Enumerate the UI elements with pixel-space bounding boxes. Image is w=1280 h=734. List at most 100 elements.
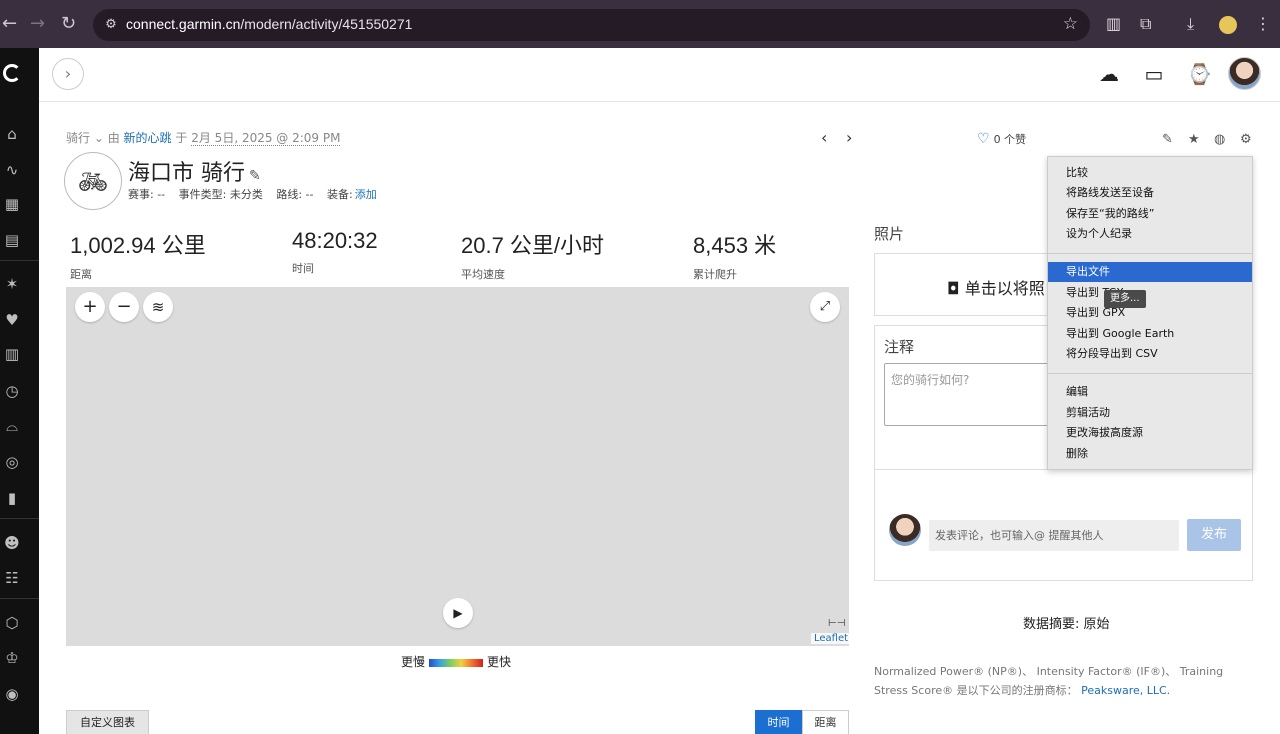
device-icon[interactable]: ◉	[4, 686, 20, 702]
menu-item-export-csv[interactable]: 将分段导出到 CSV	[1048, 344, 1252, 364]
add-gear-link[interactable]: 添加	[355, 188, 377, 201]
route-map[interactable]	[66, 287, 849, 646]
speed-gradient	[429, 658, 484, 667]
fullscreen-icon[interactable]: ⤢	[810, 292, 840, 322]
stopwatch-icon[interactable]: ◷	[4, 383, 20, 399]
zoom-in-button[interactable]: +	[75, 292, 105, 322]
home-icon[interactable]: ⌂	[4, 126, 20, 142]
groups-icon[interactable]: ☷	[4, 570, 20, 586]
edit-pencil-icon[interactable]: ✎	[1162, 132, 1173, 147]
user-link[interactable]: 新的心跳	[124, 131, 172, 145]
browser-toolbar: ← → ↻ ⚙ connect.garmin.cn/modern/activit…	[0, 0, 1280, 48]
time-toggle[interactable]: 时间	[755, 710, 802, 734]
download-icon[interactable]: ⤓	[1187, 14, 1194, 34]
menu-item-edit[interactable]: 编辑	[1048, 382, 1252, 402]
activity-meta: 赛事: -- 事件类型: 未分类 路线: -- 装备: 添加	[128, 188, 377, 201]
trademark-footnote: Normalized Power® (NP®)、 Intensity Facto…	[874, 665, 1224, 697]
reports-icon[interactable]: ▮	[4, 490, 20, 506]
previous-activity-icon[interactable]: ‹	[821, 128, 827, 147]
menu-item-elevation-source[interactable]: 更改海拔高度源	[1048, 423, 1252, 443]
sidebar-divider	[0, 518, 39, 519]
publish-button[interactable]: 发布	[1187, 519, 1241, 551]
left-sidebar: ⌂ ∿ ▦ ▤ ✶ ♥ ▥ ◷ ⌓ ◎ ▮ ☻ ☷ ⬡ ♔ ◉	[0, 48, 39, 734]
bike-icon: 🚲︎	[64, 152, 122, 210]
stat-time: 48:20:32 时间	[292, 228, 378, 275]
activity-type-dropdown[interactable]: 骑行	[66, 131, 90, 145]
route-dropdown[interactable]: 路线: --	[276, 188, 313, 201]
back-icon[interactable]: ←	[2, 14, 17, 34]
layers-icon[interactable]: ≋	[143, 292, 173, 322]
menu-item-export-google-earth[interactable]: 导出到 Google Earth	[1048, 324, 1252, 344]
garmin-logo[interactable]	[3, 64, 21, 82]
activity-breadcrumb: 骑行 ⌄ 由 新的心跳 于 2月 5日, 2025 @ 2:09 PM	[66, 131, 341, 146]
menu-item-set-pr[interactable]: 设为个人纪录	[1048, 224, 1252, 244]
page-header: › ☁ ▭ ⌚	[39, 48, 1280, 102]
privacy-globe-icon[interactable]: ◍	[1214, 132, 1225, 147]
event-dropdown[interactable]: 赛事: --	[128, 188, 165, 201]
measure-icon[interactable]: ⊢⊣	[828, 618, 845, 629]
photos-heading: 照片	[874, 225, 905, 243]
activity-date[interactable]: 2月 5日, 2025 @ 2:09 PM	[191, 131, 341, 146]
speed-legend: 更慢 更快	[401, 655, 512, 669]
comment-input[interactable]: 发表评论，也可输入@ 提醒其他人	[929, 520, 1179, 551]
upload-cloud-icon[interactable]: ☁	[1097, 62, 1121, 86]
stats-icon[interactable]: ▥	[4, 346, 20, 362]
insights-bulb-icon[interactable]: ◎	[4, 454, 20, 470]
fitness-icon[interactable]: ✶	[4, 276, 20, 292]
menu-item-delete[interactable]: 删除	[1048, 444, 1252, 464]
play-icon[interactable]: ▶	[443, 598, 473, 628]
next-activity-icon[interactable]: ›	[846, 128, 852, 147]
zoom-out-button[interactable]: −	[109, 292, 139, 322]
menu-item-send-route[interactable]: 将路线发送至设备	[1048, 183, 1252, 203]
menu-item-export-gpx[interactable]: 导出到 GPX	[1048, 303, 1252, 323]
menu-item-export-file[interactable]: 导出文件	[1048, 262, 1252, 282]
expand-sidebar-button[interactable]: ›	[52, 58, 84, 90]
extension-icon[interactable]: ▥	[1106, 14, 1121, 33]
heart-icon[interactable]: ♥	[4, 312, 20, 328]
menu-item-save-route[interactable]: 保存至“我的路线”	[1048, 204, 1252, 224]
puzzle-icon[interactable]: ⧉	[1140, 14, 1151, 34]
shoe-icon[interactable]: ⌓	[4, 418, 20, 434]
activity-title: 海口市 骑行 ✎	[128, 161, 261, 186]
profile-avatar[interactable]	[1219, 16, 1237, 34]
heart-outline-icon[interactable]: ♡	[977, 131, 990, 147]
inbox-icon[interactable]: ▭	[1142, 62, 1166, 86]
activity-line-icon[interactable]: ∿	[4, 162, 20, 178]
stat-elevation-gain: 8,453 米 累计爬升	[693, 233, 777, 281]
reload-icon[interactable]: ↻	[61, 14, 76, 34]
more-tooltip: 更多...	[1104, 290, 1146, 308]
custom-chart-button[interactable]: 自定义图表	[66, 710, 149, 734]
menu-divider	[1048, 373, 1252, 374]
data-summary: 数据摘要: 原始	[1023, 617, 1110, 632]
connections-icon[interactable]: ☻	[4, 535, 20, 551]
url-text[interactable]: connect.garmin.cn/modern/activity/451550…	[126, 16, 412, 32]
menu-item-trim[interactable]: 剪辑活动	[1048, 403, 1252, 423]
peaksware-link[interactable]: Peaksware, LLC.	[1081, 684, 1170, 697]
forward-icon[interactable]: →	[30, 14, 45, 34]
chevron-down-icon[interactable]: ⌄	[90, 131, 108, 145]
bookmark-star-icon[interactable]: ☆	[1063, 14, 1078, 34]
event-type-dropdown[interactable]: 事件类型: 未分类	[179, 188, 263, 201]
watch-icon[interactable]: ⌚	[1187, 62, 1212, 86]
settings-dropdown-menu: 比较 将路线发送至设备 保存至“我的路线” 设为个人纪录 导出文件 导出到 TC…	[1047, 156, 1253, 470]
settings-gear-icon[interactable]: ⚙	[1240, 132, 1252, 147]
trophy-icon[interactable]: ♔	[4, 650, 20, 666]
news-icon[interactable]: ▤	[4, 232, 20, 248]
calendar-icon[interactable]: ▦	[4, 196, 20, 212]
site-info-icon[interactable]: ⚙	[101, 15, 121, 35]
favorite-star-icon[interactable]: ★	[1188, 132, 1200, 147]
badges-icon[interactable]: ⬡	[4, 615, 20, 631]
menu-item-export-tcx[interactable]: 导出到 TCX	[1048, 283, 1252, 303]
edit-title-icon[interactable]: ✎	[249, 168, 261, 184]
distance-toggle[interactable]: 距离	[802, 710, 849, 734]
camera-icon: ◘	[947, 279, 965, 298]
menu-divider	[1048, 253, 1252, 254]
menu-item-compare[interactable]: 比较	[1048, 163, 1252, 183]
user-avatar[interactable]	[1228, 57, 1261, 90]
address-bar[interactable]: ⚙ connect.garmin.cn/modern/activity/4515…	[93, 9, 1090, 41]
likes[interactable]: ♡ 0 个赞	[977, 131, 1026, 147]
menu-kebab-icon[interactable]: ⋮	[1255, 14, 1271, 33]
stat-avg-speed: 20.7 公里/小时 平均速度	[461, 233, 605, 281]
leaflet-attribution[interactable]: Leaflet	[811, 633, 852, 644]
commenter-avatar	[889, 514, 921, 546]
